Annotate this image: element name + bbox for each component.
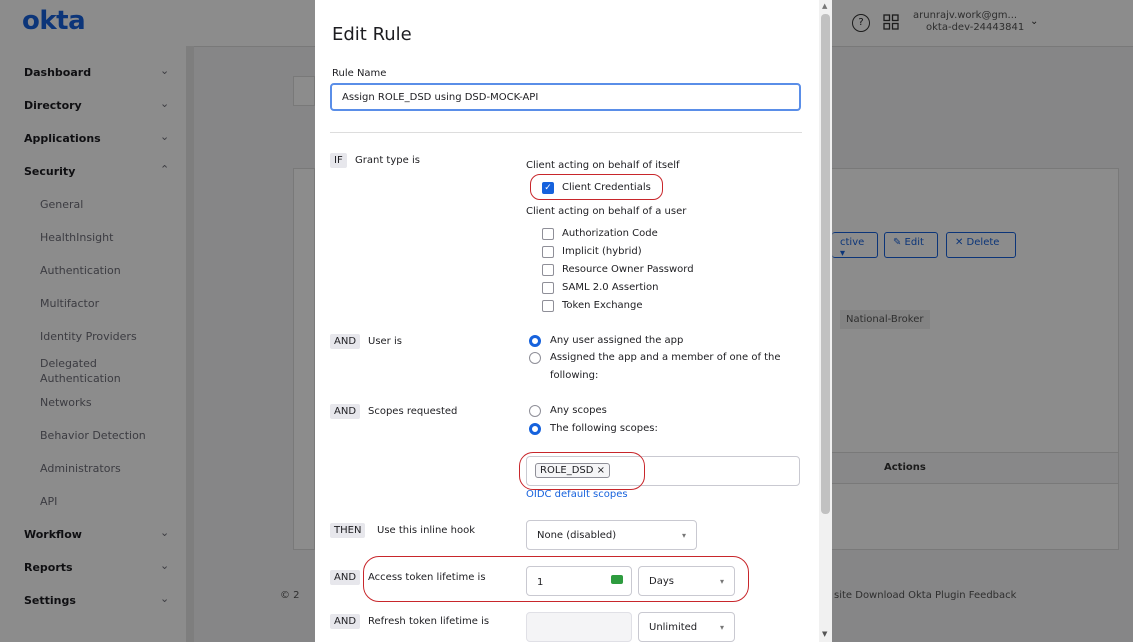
following-scopes-label[interactable]: The following scopes: <box>550 423 658 434</box>
any-user-label[interactable]: Any user assigned the app <box>550 335 683 346</box>
assigned-member-label-cont: following: <box>550 370 599 381</box>
refresh-token-unit-select[interactable]: Unlimited ▾ <box>638 612 735 642</box>
grant-group-user: Client acting on behalf of a user <box>526 206 687 217</box>
refresh-token-lifetime-input <box>526 612 632 642</box>
grant-option-checkbox[interactable] <box>542 282 554 294</box>
assigned-member-label[interactable]: Assigned the app and a member of one of … <box>550 352 781 363</box>
any-user-radio[interactable] <box>529 335 541 347</box>
grant-group-itself: Client acting on behalf of itself <box>526 160 680 171</box>
oidc-default-scopes-link[interactable]: OIDC default scopes <box>526 489 628 500</box>
grant-option-checkbox[interactable] <box>542 300 554 312</box>
rule-name-input[interactable] <box>330 83 801 111</box>
chevron-down-icon: ▾ <box>681 531 686 540</box>
highlight-scopes <box>519 452 645 490</box>
scopes-label: Scopes requested <box>368 406 458 417</box>
inline-hook-select[interactable]: None (disabled) ▾ <box>526 520 697 550</box>
divider <box>330 132 802 133</box>
then-tag: THEN <box>330 523 366 538</box>
grant-option-checkbox[interactable] <box>542 246 554 258</box>
grant-option-label[interactable]: Resource Owner Password <box>562 264 694 275</box>
scrollbar-thumb[interactable] <box>821 14 830 514</box>
grant-option-label[interactable]: SAML 2.0 Assertion <box>562 282 659 293</box>
grant-option-label[interactable]: Token Exchange <box>562 300 643 311</box>
and-tag: AND <box>330 404 361 419</box>
inline-hook-value: None (disabled) <box>537 530 617 541</box>
refresh-token-lifetime-label: Refresh token lifetime is <box>368 616 490 627</box>
if-tag: IF <box>330 153 347 168</box>
grant-option-checkbox[interactable] <box>542 264 554 276</box>
chevron-down-icon: ▾ <box>719 623 724 632</box>
grant-option-label[interactable]: Authorization Code <box>562 228 658 239</box>
following-scopes-radio[interactable] <box>529 423 541 435</box>
scroll-down-icon[interactable]: ▼ <box>822 630 827 638</box>
user-is-label: User is <box>368 336 402 347</box>
grant-option-label[interactable]: Implicit (hybrid) <box>562 246 642 257</box>
inline-hook-label: Use this inline hook <box>377 525 475 536</box>
any-scopes-radio[interactable] <box>529 405 541 417</box>
dialog-title: Edit Rule <box>332 24 412 45</box>
assigned-member-radio[interactable] <box>529 352 541 364</box>
rule-name-label: Rule Name <box>332 68 387 79</box>
highlight-client-credentials <box>530 174 663 200</box>
refresh-token-unit-value: Unlimited <box>649 622 698 633</box>
grant-type-label: Grant type is <box>355 155 420 166</box>
and-tag: AND <box>330 334 361 349</box>
edit-rule-dialog: Edit Rule Rule Name IF Grant type is Cli… <box>315 0 819 642</box>
any-scopes-label[interactable]: Any scopes <box>550 405 607 416</box>
and-tag: AND <box>330 614 361 629</box>
dialog-scrollbar[interactable]: ▲ ▼ <box>819 0 832 642</box>
highlight-access-token <box>363 556 749 602</box>
and-tag: AND <box>330 570 361 585</box>
scroll-up-icon[interactable]: ▲ <box>822 2 827 10</box>
grant-option-checkbox[interactable] <box>542 228 554 240</box>
